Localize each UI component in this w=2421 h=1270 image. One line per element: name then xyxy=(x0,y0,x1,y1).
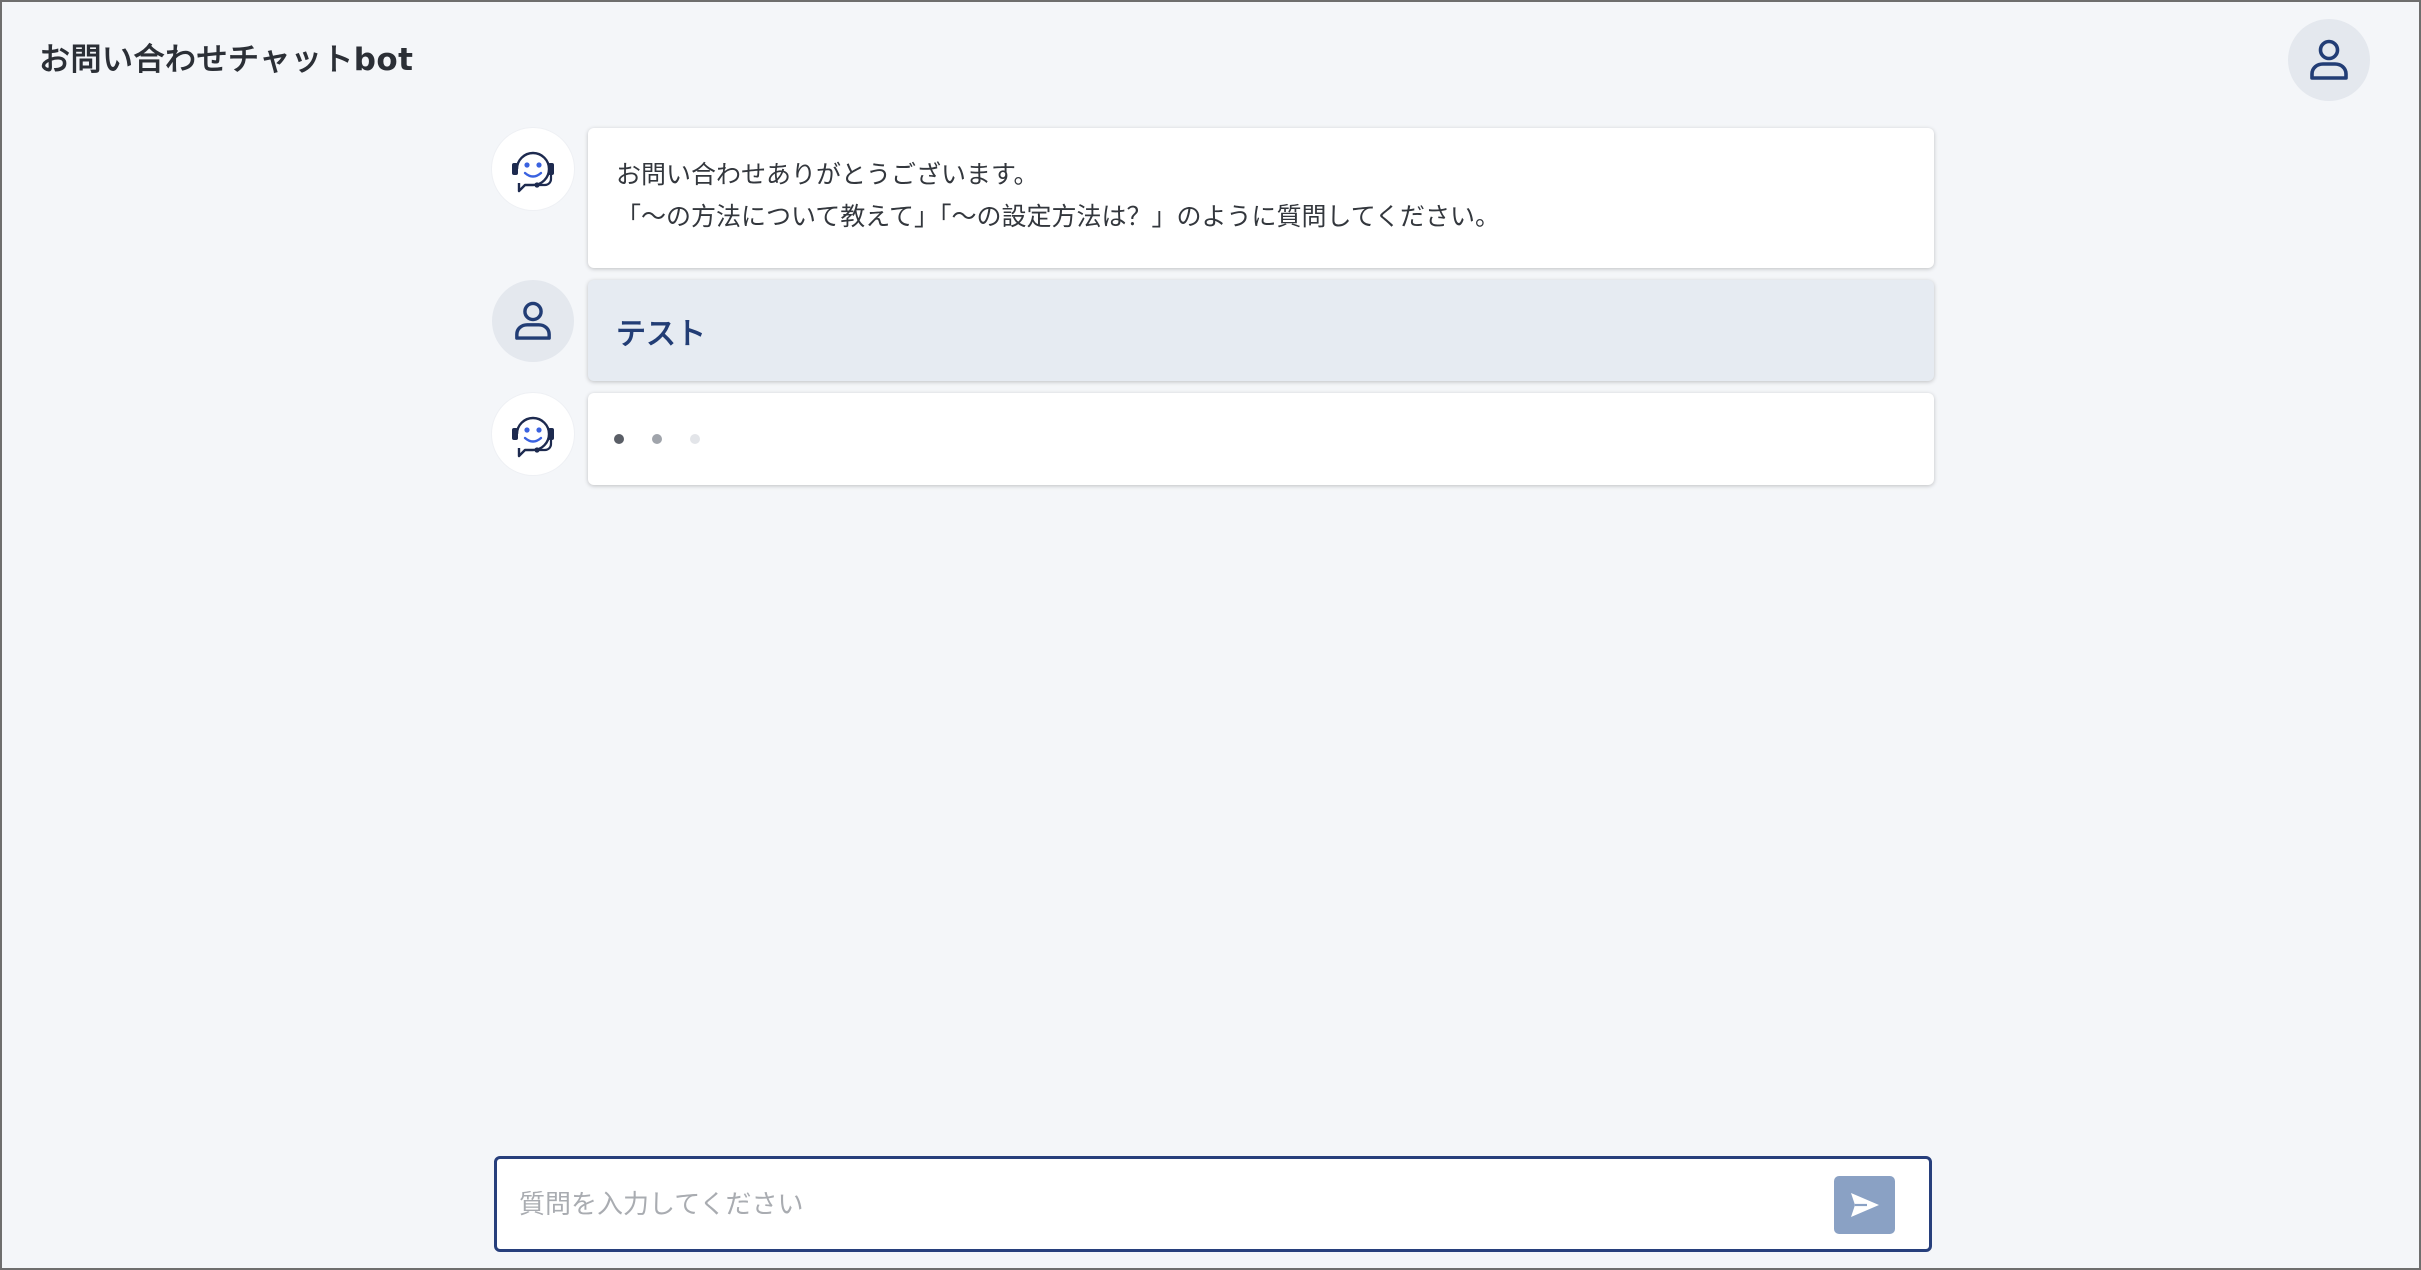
chat-log: お問い合わせありがとうございます。 「～の方法について教えて」「～の設定方法は？… xyxy=(492,128,1934,497)
typing-dot xyxy=(690,434,700,444)
send-icon xyxy=(1850,1193,1879,1217)
send-button[interactable] xyxy=(1834,1176,1895,1234)
user-icon xyxy=(515,301,551,340)
support-bot-icon xyxy=(512,151,554,193)
app-window: お問い合わせチャットbot お問い合わせありがとうございます。 「～の方法につい… xyxy=(0,0,2421,1270)
message-bot: お問い合わせありがとうございます。 「～の方法について教えて」「～の設定方法は？… xyxy=(492,128,1934,268)
message-text: 「～の方法について教えて」「～の設定方法は？」のように質問してください。 xyxy=(616,202,1501,231)
support-bot-icon xyxy=(512,416,554,458)
typing-dot xyxy=(652,434,662,444)
bot-avatar xyxy=(492,393,574,475)
message-user: テスト xyxy=(492,280,1934,381)
question-input[interactable] xyxy=(517,1159,1821,1251)
message-text: お問い合わせありがとうございます。 xyxy=(616,160,1039,189)
user-icon xyxy=(2310,39,2348,80)
bot-message-bubble: お問い合わせありがとうございます。 「～の方法について教えて」「～の設定方法は？… xyxy=(588,128,1934,268)
user-message-bubble: テスト xyxy=(588,280,1934,381)
typing-indicator xyxy=(588,393,1934,485)
user-avatar xyxy=(492,280,574,362)
page-title: お問い合わせチャットbot xyxy=(39,42,414,78)
bot-avatar xyxy=(492,128,574,210)
typing-dot xyxy=(614,434,624,444)
message-composer xyxy=(494,1156,1932,1252)
message-bot-typing xyxy=(492,393,1934,485)
account-button[interactable] xyxy=(2288,19,2370,101)
